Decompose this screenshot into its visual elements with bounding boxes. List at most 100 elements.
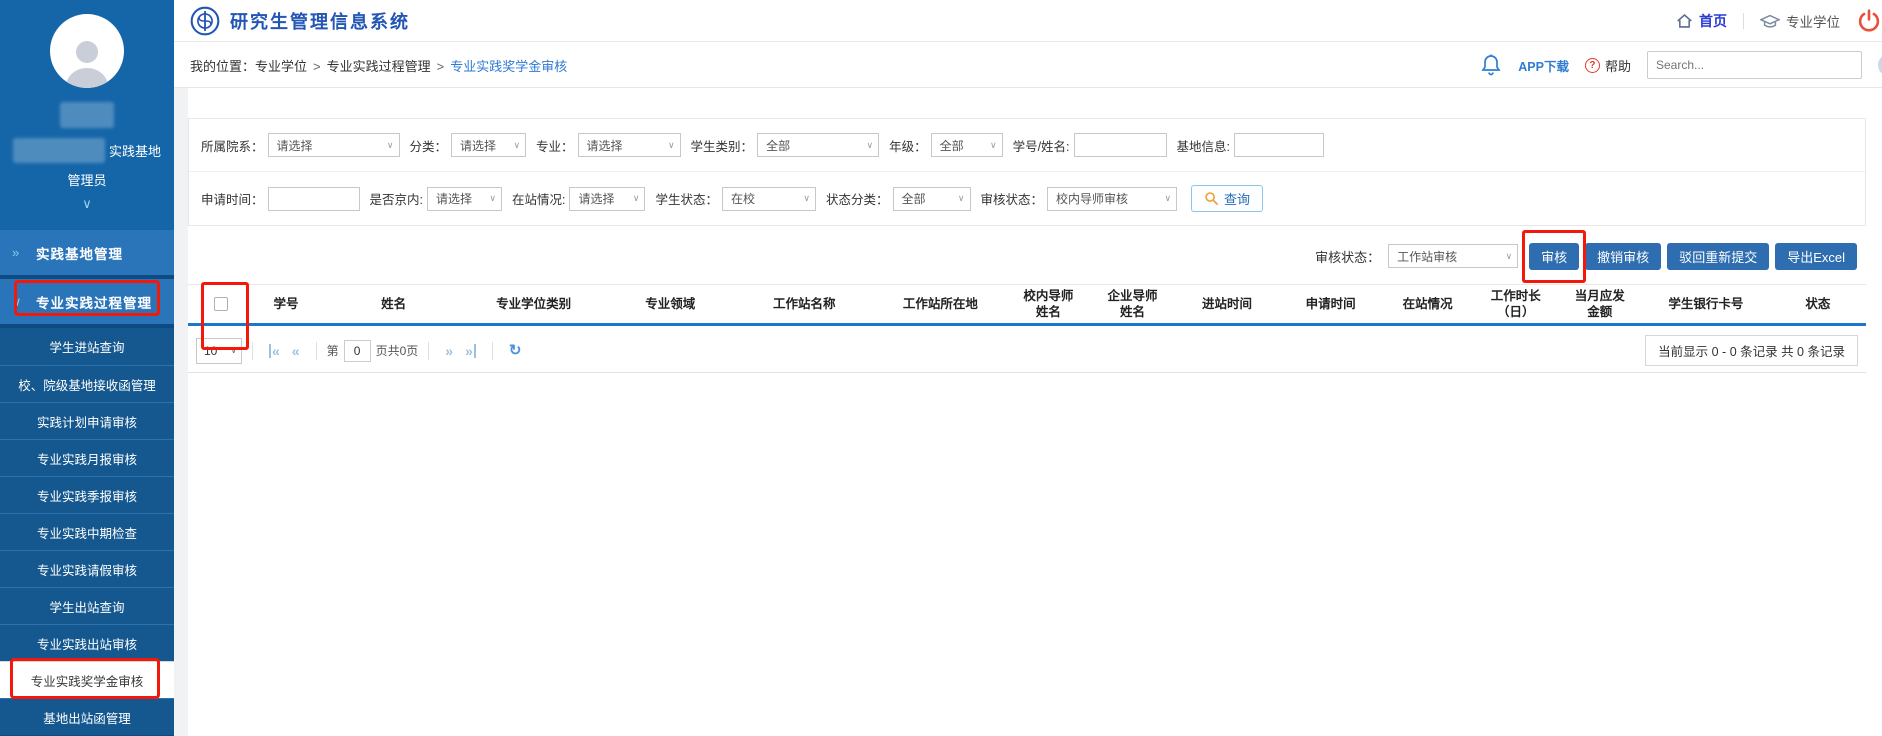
filter-label: 学生状态： [655, 189, 718, 208]
person-silhouette-icon [59, 32, 115, 88]
user-role-label: 管理员 [0, 170, 174, 189]
sidebar-top-item[interactable]: »实践基地管理 [0, 230, 174, 275]
filter-select[interactable]: 请选择∨ [427, 187, 502, 211]
sidebar-sub-item[interactable]: 专业实践季报审核 [0, 476, 174, 513]
sidebar-sub-item[interactable]: 专业实践请假审核 [0, 550, 174, 587]
chevron-down-icon: ∨ [1164, 193, 1171, 204]
table-column-header: 姓名 [326, 296, 461, 312]
sidebar-item-label: 实践基地管理 [36, 243, 123, 263]
filter-select[interactable]: 全部∨ [893, 187, 971, 211]
search-box [1647, 51, 1862, 79]
user-panel: 实践基地 管理员 ∨ [0, 0, 174, 230]
toolbar-button[interactable]: 审核 [1529, 243, 1579, 270]
filter-select-value: 在校 [731, 190, 755, 207]
refresh-icon[interactable]: ↻ [509, 343, 522, 358]
filter-field: 申请时间： [201, 187, 360, 211]
page-size-select[interactable]: 10 ∨ [196, 338, 242, 364]
chevron-down-icon: ∨ [12, 294, 36, 310]
search-icon[interactable] [1878, 54, 1882, 76]
review-status-select[interactable]: 工作站审核 ∨ [1388, 244, 1518, 268]
toolbar-button-wrap: 撤销审核 [1585, 243, 1661, 270]
sidebar-sub-menu: 学生进站查询校、院级基地接收函管理实践计划申请审核专业实践月报审核专业实践季报审… [0, 328, 174, 735]
table-column-header: 状态 [1770, 296, 1866, 312]
sidebar-sub-item[interactable]: 专业实践奖学金审核 [0, 661, 174, 698]
filter-select-value: 校内导师审核 [1056, 190, 1128, 207]
sidebar-sub-item[interactable]: 校、院级基地接收函管理 [0, 365, 174, 402]
sidebar-sub-item[interactable]: 专业实践出站审核 [0, 624, 174, 661]
chevron-down-icon: ∨ [387, 140, 394, 151]
filter-input[interactable] [1234, 133, 1324, 157]
select-all-cell [196, 297, 246, 311]
sidebar-item-label: 基地出站函管理 [43, 708, 131, 727]
bell-icon[interactable] [1480, 53, 1502, 77]
filter-select[interactable]: 校内导师审核 ∨ [1047, 187, 1177, 211]
chevron-down-icon: ∨ [958, 193, 965, 204]
chevron-down-icon[interactable]: ∨ [0, 196, 174, 212]
chevron-down-icon: ∨ [633, 193, 640, 204]
page-number-input[interactable] [344, 340, 371, 362]
nav-home[interactable]: 首页 [1676, 11, 1727, 31]
redacted-username [60, 102, 114, 128]
table-column-header: 学号 [246, 296, 326, 312]
filter-label: 所属院系： [201, 136, 264, 155]
filter-select[interactable]: 请选择∨ [578, 133, 681, 157]
filter-select[interactable]: 请选择∨ [451, 133, 526, 157]
sidebar-sub-item[interactable]: 专业实践月报审核 [0, 439, 174, 476]
filter-panel: 所属院系：请选择∨分类：请选择∨专业：请选择∨学生类别：全部∨年级：全部∨学号/… [188, 118, 1866, 226]
app-download-link[interactable]: APP下载 [1518, 56, 1569, 75]
filter-field: 所属院系：请选择∨ [201, 133, 400, 157]
user-role-line: 实践基地 [0, 138, 174, 163]
user-role-suffix: 实践基地 [109, 141, 161, 160]
prev-page-icon[interactable]: « [292, 344, 300, 358]
help-label: 帮助 [1605, 56, 1631, 75]
filter-label: 是否京内: [370, 189, 423, 208]
next-page-icon[interactable]: » [445, 344, 453, 358]
filter-row-1: 所属院系：请选择∨分类：请选择∨专业：请选择∨学生类别：全部∨年级：全部∨学号/… [189, 119, 1865, 172]
chevron-down-icon: ∨ [1506, 251, 1513, 262]
filter-input[interactable] [268, 187, 360, 211]
filter-input[interactable] [1074, 133, 1167, 157]
pager-divider [252, 342, 253, 360]
brand: 研究生管理信息系统 [190, 0, 410, 42]
last-page-icon[interactable]: » [465, 344, 476, 358]
sidebar-sub-item[interactable]: 专业实践中期检查 [0, 513, 174, 550]
logout-button[interactable] [1856, 8, 1882, 34]
breadcrumb-segment[interactable]: 专业学位 [255, 59, 307, 74]
table-column-header: 校内导师 姓名 [1006, 288, 1090, 321]
first-page-icon[interactable]: « [269, 344, 280, 358]
record-summary: 当前显示 0 - 0 条记录 共 0 条记录 [1645, 335, 1858, 366]
select-all-checkbox[interactable] [214, 297, 228, 311]
nav-degree[interactable]: 专业学位 [1760, 11, 1840, 31]
query-button-label: 查询 [1224, 189, 1250, 208]
sidebar-top-item[interactable]: ∨专业实践过程管理 [0, 279, 174, 324]
filter-select[interactable]: 全部∨ [931, 133, 1003, 157]
table-column-header: 专业领域 [606, 296, 734, 312]
sidebar-sub-item[interactable]: 实践计划申请审核 [0, 402, 174, 439]
sidebar-sub-item[interactable]: 学生进站查询 [0, 328, 174, 365]
toolbar-button-wrap: 驳回重新提交 [1667, 243, 1769, 270]
toolbar-button[interactable]: 撤销审核 [1585, 243, 1661, 270]
sidebar-item-label: 专业实践出站审核 [37, 634, 137, 653]
pager-divider [492, 342, 493, 360]
review-status-label: 审核状态： [1315, 247, 1380, 266]
breadcrumb-segment[interactable]: 专业实践过程管理 [327, 59, 431, 74]
sidebar-item-label: 学生进站查询 [49, 337, 124, 356]
avatar [50, 14, 124, 88]
filter-select-value: 请选择 [436, 190, 472, 207]
table-column-header: 工作站名称 [734, 296, 874, 312]
toolbar-button[interactable]: 导出Excel [1775, 243, 1857, 270]
sidebar: 实践基地 管理员 ∨ »实践基地管理∨专业实践过程管理 学生进站查询校、院级基地… [0, 0, 174, 736]
toolbar-button[interactable]: 驳回重新提交 [1667, 243, 1769, 270]
filter-select[interactable]: 请选择∨ [569, 187, 645, 211]
pager-divider [316, 342, 317, 360]
filter-select[interactable]: 全部∨ [757, 133, 879, 157]
sidebar-sub-item[interactable]: 基地出站函管理 [0, 698, 174, 735]
search-input[interactable] [1648, 52, 1861, 78]
help-link[interactable]: ? 帮助 [1585, 56, 1631, 75]
chevron-down-icon: ∨ [668, 140, 675, 151]
query-button[interactable]: 查询 [1191, 185, 1263, 212]
filter-select[interactable]: 请选择∨ [268, 133, 400, 157]
breadcrumb-segment[interactable]: 专业实践奖学金审核 [450, 59, 567, 74]
sidebar-sub-item[interactable]: 学生出站查询 [0, 587, 174, 624]
filter-select[interactable]: 在校∨ [722, 187, 816, 211]
